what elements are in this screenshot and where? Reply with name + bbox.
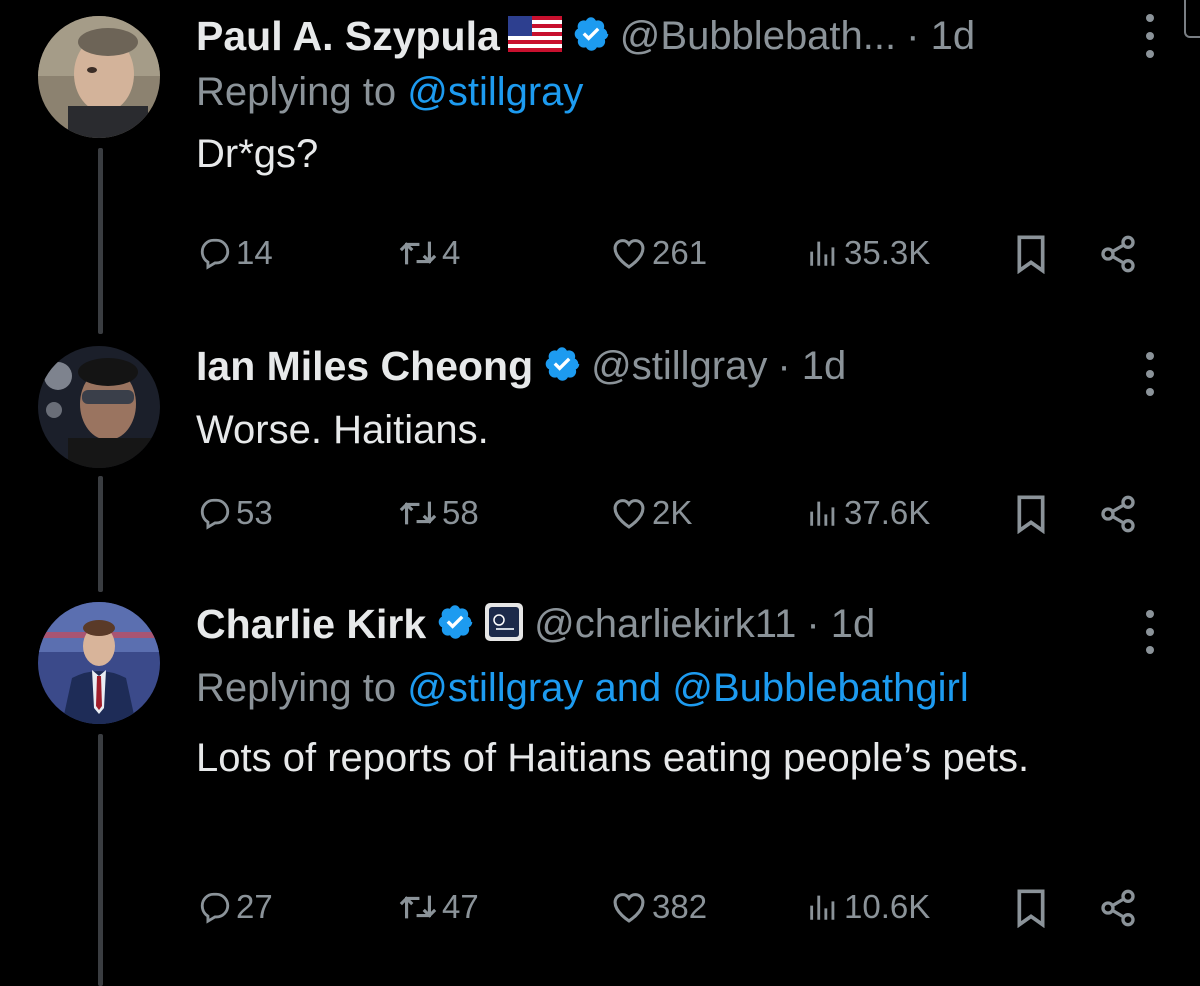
display-name[interactable]: Paul A. Szypula [196,13,500,60]
tweet-text: Dr*gs? [196,132,319,176]
tweet[interactable]: Ian Miles Cheong @stillgray · 1d Worse. … [0,334,1200,574]
verified-badge-icon[interactable] [436,603,474,646]
bookmark-button[interactable] [1014,888,1048,928]
reply-count: 53 [236,494,273,531]
repost-arrows-icon [399,895,437,919]
heart-icon [613,239,645,269]
views-button[interactable]: 35.3K [806,234,930,272]
bar-chart-icon [810,895,835,920]
handle[interactable]: @Bubblebath... [620,14,896,59]
reply-button[interactable]: 27 [198,888,273,926]
avatar[interactable] [38,346,160,468]
us-flag-icon [507,15,562,57]
share-button[interactable] [1098,494,1138,534]
affiliate-badge-icon[interactable] [484,602,524,647]
bar-chart-icon [810,241,835,266]
timestamp[interactable]: · 1d [806,602,875,647]
share-icon [1101,495,1135,533]
speech-bubble-icon [200,498,230,530]
speech-bubble-icon [200,892,230,924]
repost-count: 58 [442,494,479,531]
like-button[interactable]: 382 [610,888,707,926]
bar-chart-icon [810,501,835,526]
mention-link[interactable]: @stillgray and @Bubblebathgirl [407,666,969,710]
share-button[interactable] [1098,888,1138,928]
like-button[interactable]: 261 [610,234,707,272]
display-name[interactable]: Ian Miles Cheong [196,343,533,390]
verified-badge-icon[interactable] [572,15,610,58]
view-count: 10.6K [844,888,931,925]
timestamp[interactable]: · 1d [777,344,846,389]
avatar[interactable] [38,602,160,724]
replying-to: Replying to @stillgray [196,64,1160,120]
mention-link[interactable]: @stillgray [407,70,583,114]
bookmark-icon [1017,235,1045,274]
like-count: 261 [652,234,708,271]
like-count: 2K [652,494,693,531]
tweet-text: Lots of reports of Haitians eating peopl… [196,736,1030,780]
replying-to: Replying to @stillgray and @Bubblebathgi… [196,660,1160,716]
like-count: 382 [652,888,708,925]
view-count: 35.3K [844,234,931,271]
repost-button[interactable]: 58 [398,494,479,532]
like-button[interactable]: 2K [610,494,692,532]
view-count: 37.6K [844,494,931,531]
repost-button[interactable]: 4 [398,234,460,272]
bookmark-icon [1017,495,1045,534]
more-vertical-icon[interactable] [1144,352,1156,396]
repost-button[interactable]: 47 [398,888,479,926]
bookmark-button[interactable] [1014,494,1048,534]
avatar[interactable] [38,16,160,138]
more-vertical-icon[interactable] [1144,610,1156,654]
replying-prefix: Replying to [196,70,408,114]
repost-arrows-icon [399,501,437,525]
more-vertical-icon[interactable] [1144,14,1156,58]
bookmark-button[interactable] [1014,234,1048,274]
tweet[interactable]: Charlie Kirk @charliekirk11 · 1d Replyin… [0,594,1200,986]
share-button[interactable] [1098,234,1138,274]
reply-count: 27 [236,888,273,925]
handle[interactable]: @stillgray [591,344,767,389]
views-button[interactable]: 37.6K [806,494,930,532]
views-button[interactable]: 10.6K [806,888,930,926]
repost-arrows-icon [399,241,437,265]
handle[interactable]: @charliekirk11 [534,602,796,647]
reply-button[interactable]: 53 [198,494,273,532]
heart-icon [613,893,645,923]
share-icon [1101,889,1135,927]
tweet[interactable]: Paul A. Szypula @Bubblebath... · 1d Repl… [0,0,1200,320]
repost-count: 47 [442,888,479,925]
tweet-text: Worse. Haitians. [196,408,489,452]
share-icon [1101,235,1135,273]
repost-count: 4 [442,234,461,271]
reply-count: 14 [236,234,273,271]
verified-badge-icon[interactable] [543,345,581,388]
reply-button[interactable]: 14 [198,234,273,272]
heart-icon [613,499,645,529]
timestamp[interactable]: · 1d [906,14,975,59]
replying-prefix: Replying to [196,666,408,710]
speech-bubble-icon [200,238,230,270]
bookmark-icon [1017,889,1045,928]
display-name[interactable]: Charlie Kirk [196,601,426,648]
